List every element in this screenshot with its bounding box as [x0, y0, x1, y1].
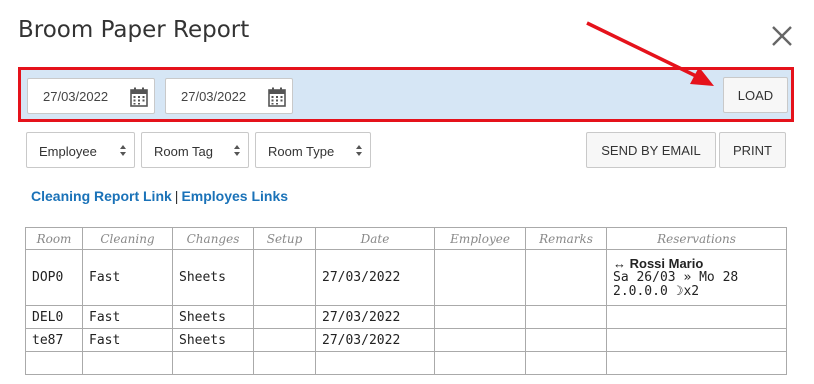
room-tag-select[interactable]: Room Tag: [141, 132, 249, 168]
remarks-cell: [525, 249, 607, 306]
reservation-cell: ↔ Rossi Mario Sa 26/03 » Mo 28 2.0.0.0 ☽…: [606, 249, 787, 306]
room-type-select[interactable]: Room Type: [255, 132, 371, 168]
changes-cell: Sheets: [172, 328, 254, 352]
chevron-updown-icon: [234, 145, 240, 156]
print-button[interactable]: PRINT: [719, 132, 786, 168]
cleaning-cell: Fast: [82, 249, 173, 306]
setup-cell: [253, 328, 316, 352]
date-cell: 27/03/2022: [315, 249, 435, 306]
column-header-remarks: Remarks: [525, 227, 607, 250]
reservation-occupancy: 2.0.0.0 ☽x2: [613, 283, 700, 299]
table-row-partial: [25, 351, 787, 375]
employee-cell: [434, 328, 526, 352]
room-cell: te87: [25, 328, 83, 352]
calendar-icon[interactable]: [130, 87, 148, 107]
room-type-select-label: Room Type: [268, 144, 335, 159]
room-cell: DEL0: [25, 305, 83, 329]
employees-links[interactable]: Employes Links: [181, 188, 288, 204]
setup-cell: [253, 305, 316, 329]
date-filter-bar: 27/03/2022 27/03/2022 LOAD: [18, 67, 794, 122]
employee-cell: [434, 249, 526, 306]
employee-select[interactable]: Employee: [26, 132, 135, 168]
column-header-date: Date: [315, 227, 435, 250]
table-row: te87 Fast Sheets 27/03/2022: [25, 328, 787, 352]
column-header-employee: Employee: [434, 227, 526, 250]
cleaning-cell: Fast: [82, 305, 173, 329]
cleaning-report-link[interactable]: Cleaning Report Link: [31, 188, 172, 204]
chevron-updown-icon: [356, 145, 362, 156]
date-from-value: 27/03/2022: [43, 89, 109, 104]
load-button[interactable]: LOAD: [723, 77, 788, 113]
table-header-row: Room Cleaning Changes Setup Date Employe…: [25, 227, 787, 250]
table-row: DEL0 Fast Sheets 27/03/2022: [25, 305, 787, 329]
remarks-cell: [525, 305, 607, 329]
reservation-cell: [606, 305, 787, 329]
chevron-updown-icon: [120, 145, 126, 156]
remarks-cell: [525, 328, 607, 352]
date-cell: 27/03/2022: [315, 305, 435, 329]
column-header-room: Room: [25, 227, 83, 250]
table-row: DOP0 Fast Sheets 27/03/2022 ↔ Rossi Mari…: [25, 249, 787, 306]
link-separator: |: [174, 188, 179, 204]
dialog-title: Broom Paper Report: [18, 17, 250, 43]
calendar-icon[interactable]: [268, 87, 286, 107]
report-links: Cleaning Report Link | Employes Links: [31, 188, 288, 204]
room-tag-select-label: Room Tag: [154, 144, 214, 159]
reservation-cell: [606, 328, 787, 352]
date-to-value: 27/03/2022: [181, 89, 247, 104]
date-from-input[interactable]: 27/03/2022: [27, 78, 155, 114]
column-header-setup: Setup: [253, 227, 316, 250]
setup-cell: [253, 249, 316, 306]
column-header-cleaning: Cleaning: [82, 227, 173, 250]
changes-cell: Sheets: [172, 305, 254, 329]
changes-cell: Sheets: [172, 249, 254, 306]
reservation-guest: ↔ Rossi Mario: [613, 255, 704, 271]
room-cell: DOP0: [25, 249, 83, 306]
date-cell: 27/03/2022: [315, 328, 435, 352]
send-by-email-button[interactable]: SEND BY EMAIL: [586, 132, 716, 168]
reservation-dates: Sa 26/03 » Mo 28: [613, 269, 739, 285]
close-icon[interactable]: [768, 22, 796, 50]
cleaning-cell: Fast: [82, 328, 173, 352]
employee-cell: [434, 305, 526, 329]
date-to-input[interactable]: 27/03/2022: [165, 78, 293, 114]
column-header-changes: Changes: [172, 227, 254, 250]
column-header-reservations: Reservations: [606, 227, 787, 250]
employee-select-label: Employee: [39, 144, 97, 159]
cleaning-report-table: Room Cleaning Changes Setup Date Employe…: [25, 227, 787, 375]
